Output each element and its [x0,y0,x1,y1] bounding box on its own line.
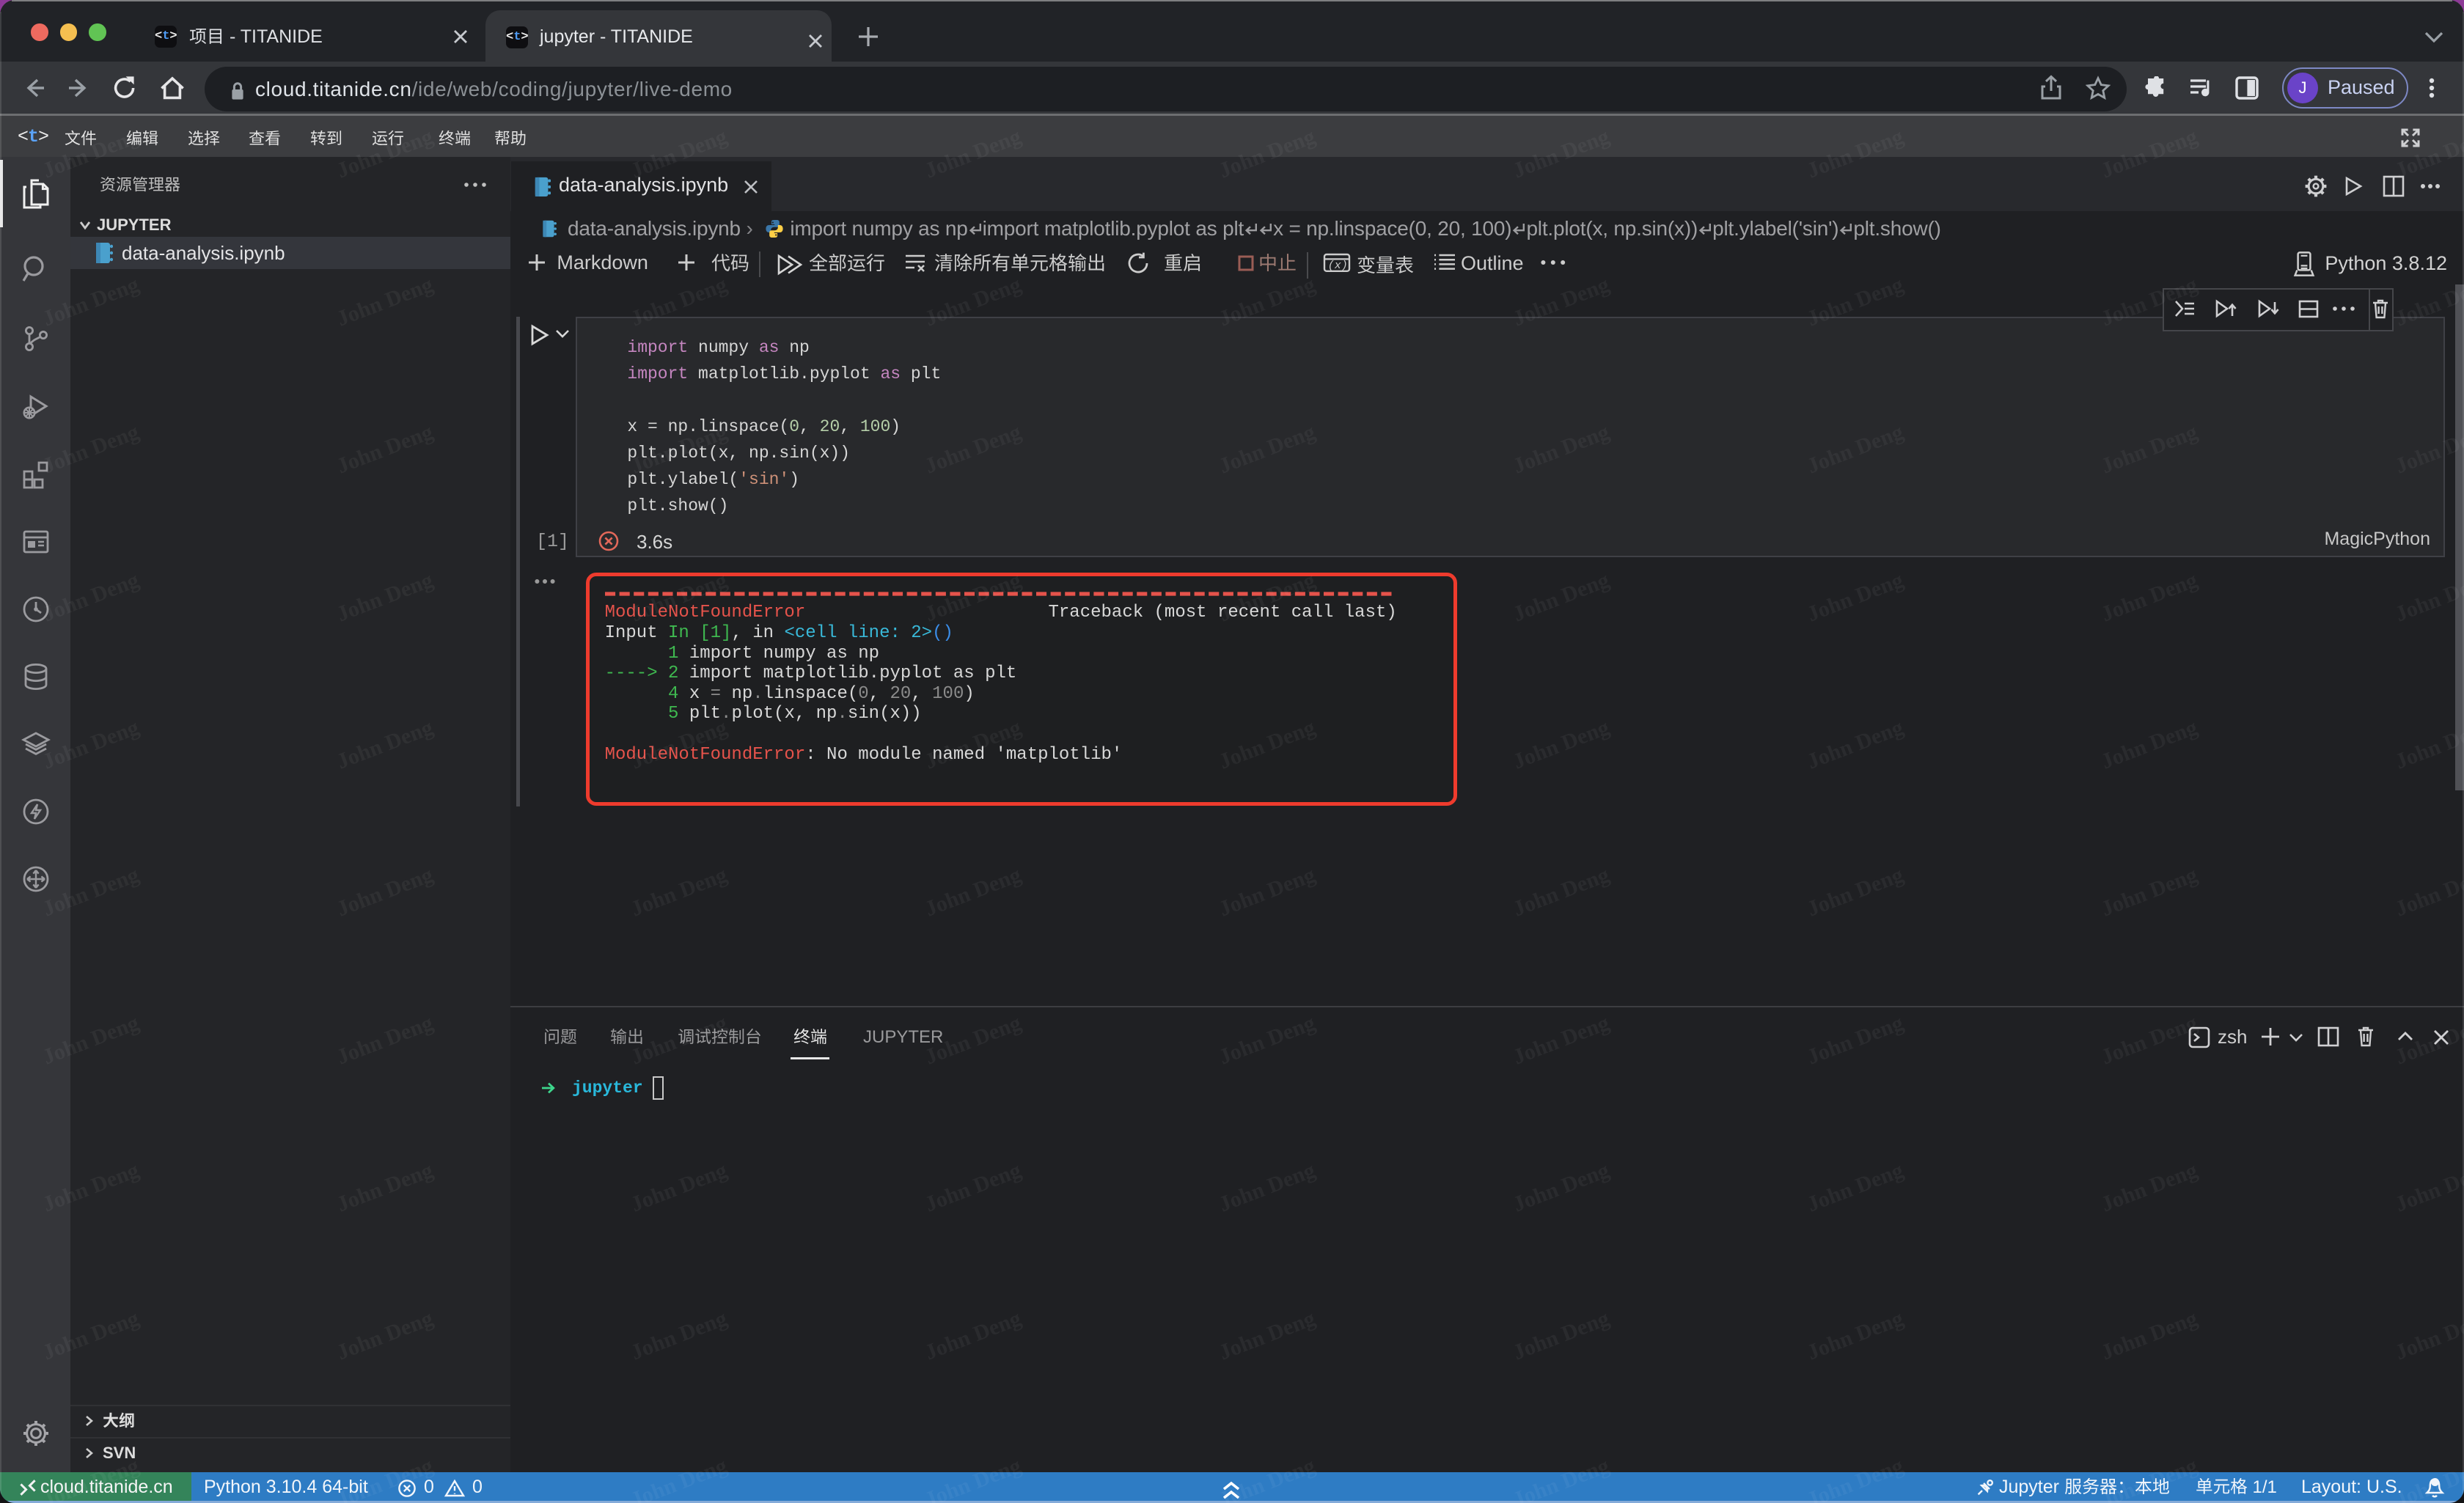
svg-text:(x): (x) [1328,260,1348,272]
